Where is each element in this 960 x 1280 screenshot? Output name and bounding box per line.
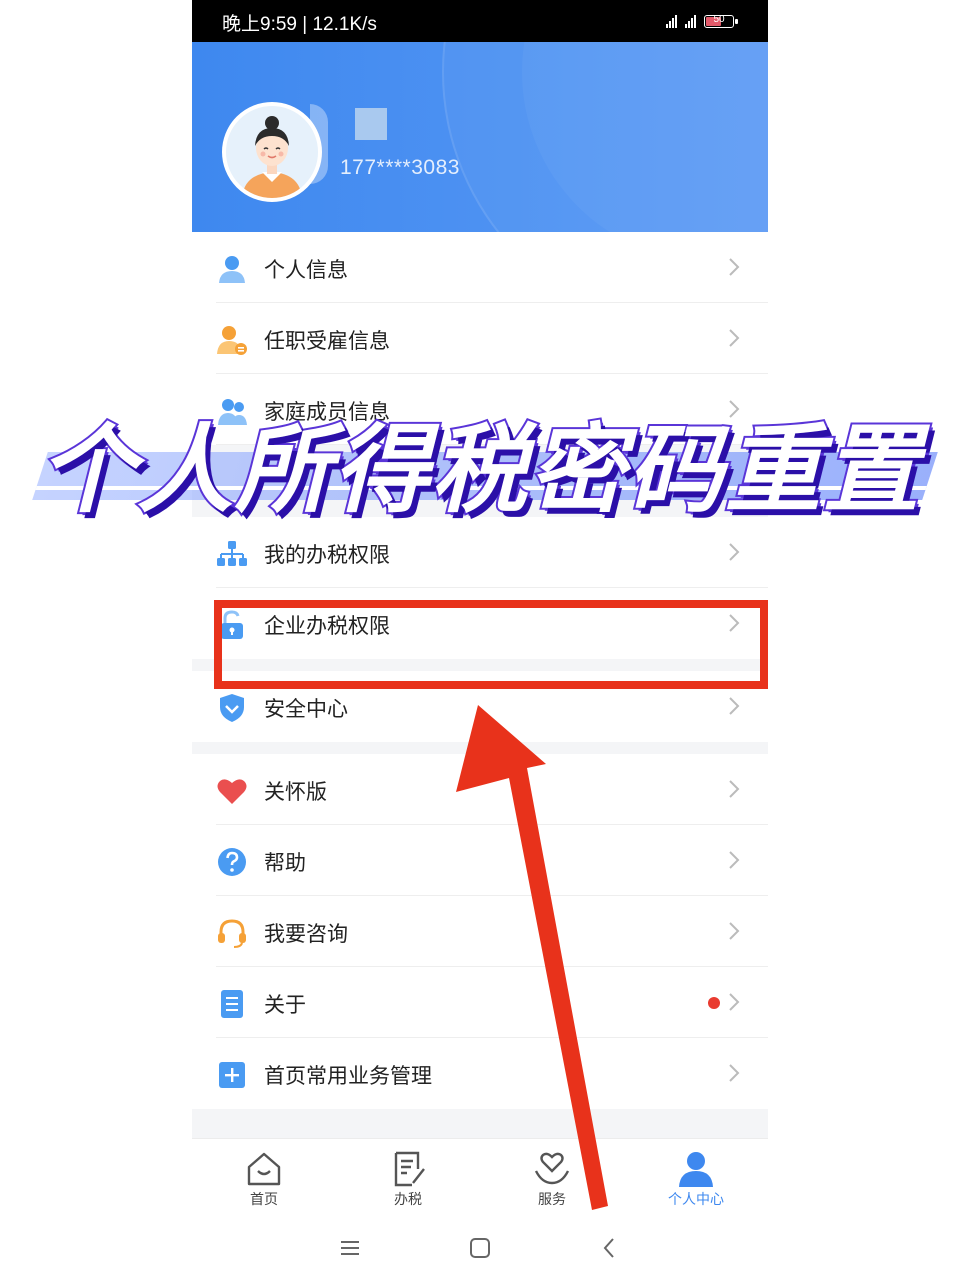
hierarchy-icon <box>217 541 247 566</box>
menu-label: 我要咨询 <box>264 922 348 946</box>
menu-item-consult[interactable]: 我要咨询 <box>192 896 768 967</box>
section-gap <box>192 1109 768 1138</box>
chevron-right-icon <box>729 922 740 940</box>
chevron-right-icon <box>729 697 740 715</box>
service-heart-icon <box>534 1152 570 1185</box>
tab-home[interactable]: 首页 <box>192 1139 336 1217</box>
plus-icon <box>219 1062 245 1088</box>
chevron-right-icon <box>729 780 740 798</box>
tab-label: 首页 <box>250 1192 278 1208</box>
notification-dot <box>708 997 720 1009</box>
highlight-box <box>214 600 768 689</box>
employment-icon <box>217 326 247 355</box>
tab-label: 办税 <box>394 1192 422 1208</box>
overlay-title: 个人所得税密码重置 <box>37 412 921 528</box>
chevron-right-icon <box>729 993 740 1011</box>
menu-item-help[interactable]: 帮助 <box>192 825 768 896</box>
heart-icon <box>217 779 247 804</box>
menu-item-homepage-business-mgmt[interactable]: 首页常用业务管理 <box>192 1038 768 1109</box>
menu-item-care-mode[interactable]: 关怀版 <box>192 754 768 825</box>
help-icon <box>218 848 246 876</box>
tab-tax[interactable]: 办税 <box>336 1139 480 1217</box>
menu-item-employment-info[interactable]: 任职受雇信息 <box>192 303 768 374</box>
user-icon <box>679 1152 713 1187</box>
tab-personal-center[interactable]: 个人中心 <box>624 1139 768 1217</box>
profile-header: 177****3083 <box>192 42 768 232</box>
menu-label: 个人信息 <box>264 258 348 282</box>
menu-label: 首页常用业务管理 <box>264 1064 432 1088</box>
menu-label: 帮助 <box>264 851 306 875</box>
signal-icon <box>666 14 677 28</box>
status-time: 晚上9:59 | 12.1K/s <box>222 14 377 35</box>
chevron-right-icon <box>729 329 740 347</box>
menu-label: 安全中心 <box>264 697 348 721</box>
signal-icon <box>685 14 696 28</box>
battery-level: 50 <box>713 13 725 25</box>
menu-label: 任职受雇信息 <box>264 329 390 353</box>
home-nav-icon[interactable] <box>466 1234 494 1262</box>
tab-label: 个人中心 <box>668 1192 724 1208</box>
menu-label: 我的办税权限 <box>264 543 390 567</box>
battery-icon: 50 <box>704 13 738 28</box>
home-icon <box>247 1152 281 1186</box>
status-bar: 晚上9:59 | 12.1K/s 50 <box>192 0 768 42</box>
system-nav-bar <box>192 1216 768 1280</box>
bottom-tab-bar: 首页 办税 服务 个人中心 <box>192 1138 768 1216</box>
menu-item-about[interactable]: 关于 <box>192 967 768 1038</box>
person-icon <box>219 256 245 283</box>
tax-form-icon <box>394 1151 425 1187</box>
back-nav-icon[interactable] <box>596 1234 624 1262</box>
menu-item-personal-info[interactable]: 个人信息 <box>192 232 768 303</box>
menu-nav-icon[interactable] <box>336 1234 364 1262</box>
section-gap <box>192 742 768 754</box>
status-icons: 50 <box>666 12 738 30</box>
menu-label: 关怀版 <box>264 780 327 804</box>
chevron-right-icon <box>729 851 740 869</box>
phone-number: 177****3083 <box>340 156 460 179</box>
chevron-right-icon <box>729 1064 740 1082</box>
document-icon <box>221 990 243 1018</box>
chevron-right-icon <box>729 258 740 276</box>
chevron-right-icon <box>729 543 740 561</box>
tab-label: 服务 <box>538 1192 566 1208</box>
headset-icon <box>218 919 246 948</box>
avatar[interactable] <box>222 102 322 202</box>
username-redacted <box>355 108 387 140</box>
shield-icon <box>220 694 244 722</box>
menu-label: 关于 <box>264 993 306 1017</box>
tab-service[interactable]: 服务 <box>480 1139 624 1217</box>
